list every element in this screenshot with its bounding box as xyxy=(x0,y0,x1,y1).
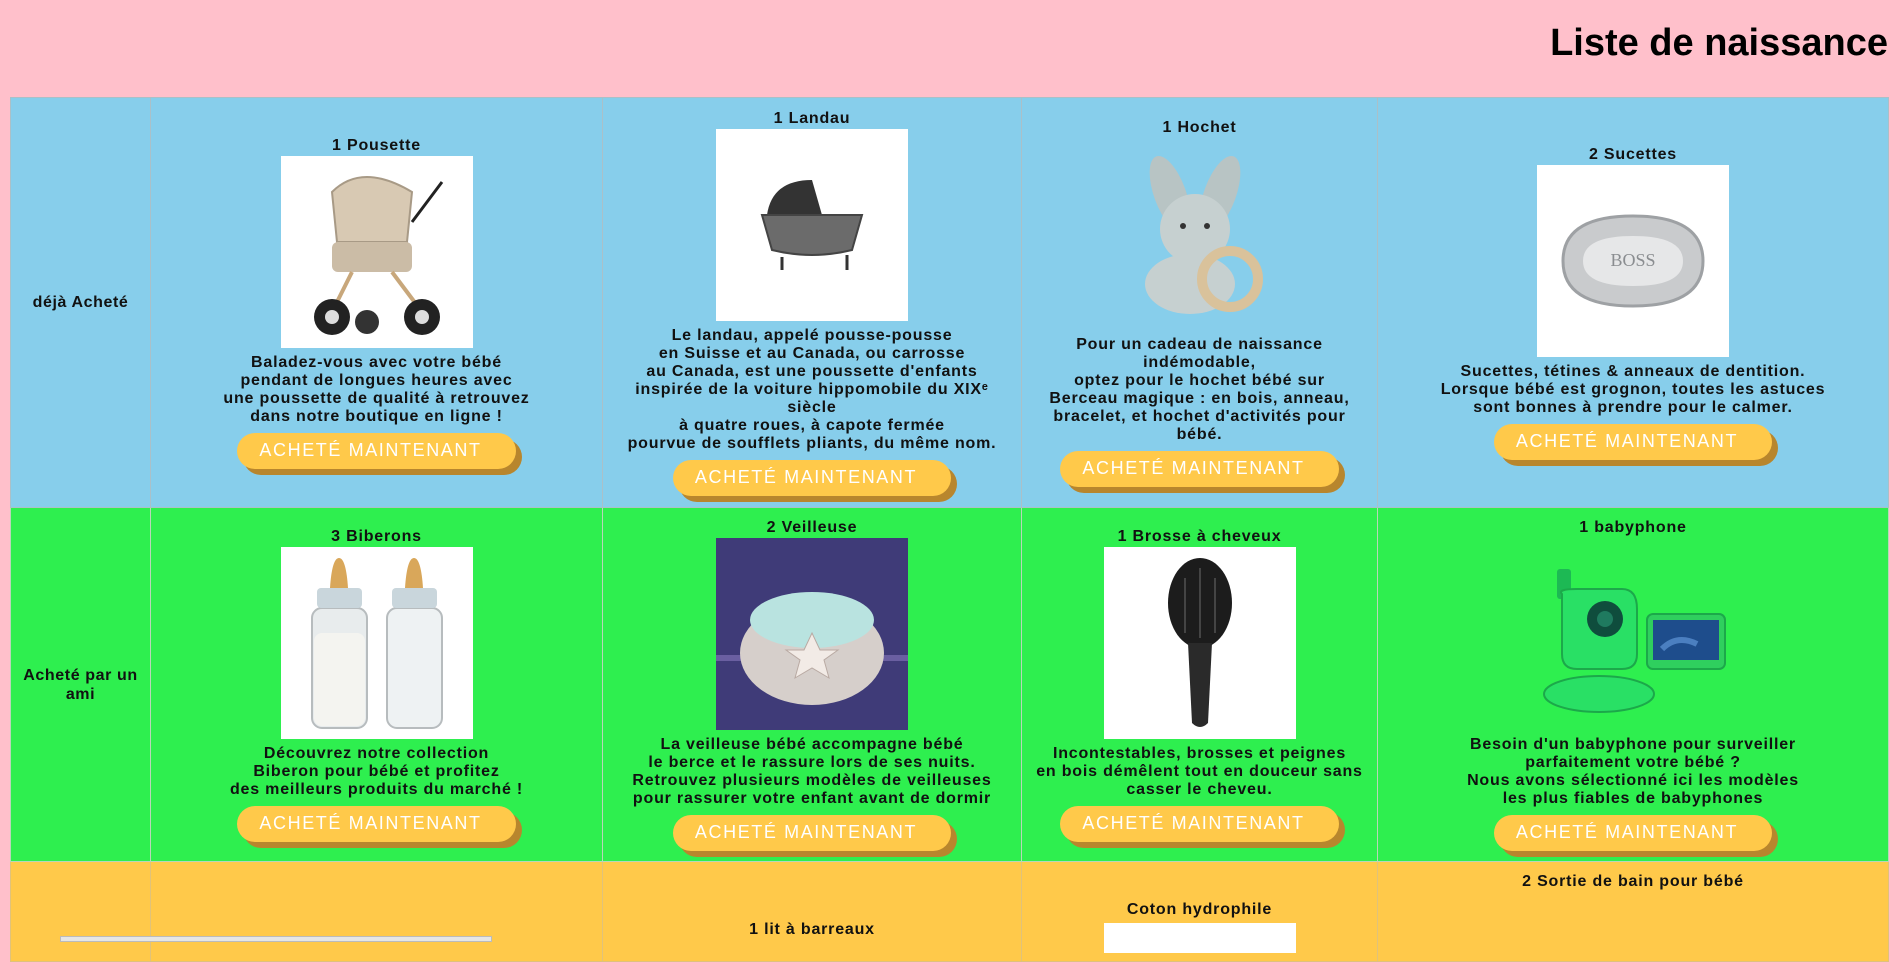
gift-table: déjà Acheté 1 Pousette Baladez-vous avec… xyxy=(10,97,1889,962)
row-label-a-acheter xyxy=(10,861,151,962)
row-label-deja-achete: déjà Acheté xyxy=(10,97,151,508)
bunny-rattle-icon xyxy=(1144,156,1263,314)
buy-button-poussette[interactable]: ACHETÉ MAINTENANT xyxy=(237,433,516,469)
product-cell-sucettes: 2 Sucettes BOSS Sucettes, tétines & anne… xyxy=(1377,97,1889,508)
product-cell-hochet: 1 Hochet Pour un cadeau de naissance ind… xyxy=(1021,97,1378,508)
product-image-coton xyxy=(1103,923,1296,953)
product-image-brosse xyxy=(1103,547,1296,739)
row-deja-achete: déjà Acheté 1 Pousette Baladez-vous avec… xyxy=(10,97,1889,508)
product-cell-veilleuse: 2 Veilleuse La veilleuse bébé accompagne… xyxy=(602,507,1022,862)
product-cell-empty xyxy=(150,861,603,962)
product-image-poussette xyxy=(280,156,473,348)
baby-monitor-icon xyxy=(1543,569,1726,713)
buy-button-babyphone[interactable]: ACHETÉ MAINTENANT xyxy=(1493,815,1773,851)
product-name: 3 Biberons xyxy=(331,528,422,545)
buy-button-brosse[interactable]: ACHETÉ MAINTENANT xyxy=(1060,806,1339,842)
product-cell-biberons: 3 Biberons Découvrez notre collection Bi… xyxy=(150,507,603,862)
product-description: Découvrez notre collection Biberon pour … xyxy=(229,745,524,798)
product-name: 1 lit à barreaux xyxy=(749,921,875,938)
product-name: 1 Hochet xyxy=(1162,119,1237,136)
product-description: Le landau, appelé pousse-pousse en Suiss… xyxy=(627,327,997,452)
pacifier-icon: BOSS xyxy=(1561,214,1705,308)
product-name: Coton hydrophile xyxy=(1126,901,1273,918)
buy-button-veilleuse[interactable]: ACHETÉ MAINTENANT xyxy=(672,815,952,851)
product-name: 1 Pousette xyxy=(332,137,421,154)
night-light-icon xyxy=(716,538,908,730)
product-description: Pour un cadeau de naissance indémodable,… xyxy=(1049,336,1350,443)
product-description: Incontestables, brosses et peignes en bo… xyxy=(1036,745,1363,798)
buy-button-biberons[interactable]: ACHETÉ MAINTENANT xyxy=(237,806,516,842)
hairbrush-icon xyxy=(1167,558,1232,727)
product-cell-coton: Coton hydrophile xyxy=(1021,861,1378,962)
product-name: 1 babyphone xyxy=(1579,519,1687,536)
product-name: 1 Brosse à cheveux xyxy=(1117,528,1282,545)
product-cell-brosse: 1 Brosse à cheveux Incontestables, bross… xyxy=(1021,507,1378,862)
buy-button-sucettes[interactable]: ACHETÉ MAINTENANT xyxy=(1493,424,1773,460)
product-cell-lit: 1 lit à barreaux xyxy=(602,861,1022,962)
product-name: 2 Veilleuse xyxy=(766,519,858,536)
horizontal-scrollbar[interactable] xyxy=(60,936,492,942)
product-cell-landau: 1 Landau Le landau, appelé pousse-pousse… xyxy=(602,97,1022,508)
product-cell-poussette: 1 Pousette Baladez-vous avec votre bébé … xyxy=(150,97,603,508)
product-name: 2 Sortie de bain pour bébé xyxy=(1522,873,1744,890)
row-achete-par-un-ami: Acheté par un ami 3 Biberons Découvrez n xyxy=(10,507,1889,862)
row-label-achete-par-un-ami: Acheté par un ami xyxy=(10,507,151,862)
product-image-sucettes: BOSS xyxy=(1537,165,1729,357)
buy-button-hochet[interactable]: ACHETÉ MAINTENANT xyxy=(1060,451,1339,487)
product-cell-sortie-bain: 2 Sortie de bain pour bébé xyxy=(1377,861,1889,962)
product-image-landau xyxy=(716,129,908,321)
product-description: La veilleuse bébé accompagne bébé le ber… xyxy=(632,736,992,807)
product-image-babyphone xyxy=(1537,538,1729,730)
product-description: Baladez-vous avec votre bébé pendant de … xyxy=(223,354,530,425)
baby-bottle-icon xyxy=(310,558,443,729)
product-description: Besoin d'un babyphone pour surveiller pa… xyxy=(1467,736,1799,807)
product-image-biberons xyxy=(280,547,473,739)
row-a-acheter: 1 lit à barreaux Coton hydrophile 2 Sort… xyxy=(10,861,1889,962)
svg-text:BOSS: BOSS xyxy=(1610,250,1655,270)
product-name: 1 Landau xyxy=(773,110,851,127)
product-cell-babyphone: 1 babyphone Besoin d'un babyphone pour s… xyxy=(1377,507,1889,862)
product-description: Sucettes, tétines & anneaux de dentition… xyxy=(1440,363,1826,416)
product-name: 2 Sucettes xyxy=(1588,146,1678,163)
product-image-veilleuse xyxy=(716,538,908,730)
product-image-hochet xyxy=(1104,138,1296,330)
buy-button-landau[interactable]: ACHETÉ MAINTENANT xyxy=(672,460,952,496)
page-title: Liste de naissance xyxy=(1550,22,1888,64)
pram-icon xyxy=(760,180,864,270)
stroller-icon xyxy=(313,176,443,335)
